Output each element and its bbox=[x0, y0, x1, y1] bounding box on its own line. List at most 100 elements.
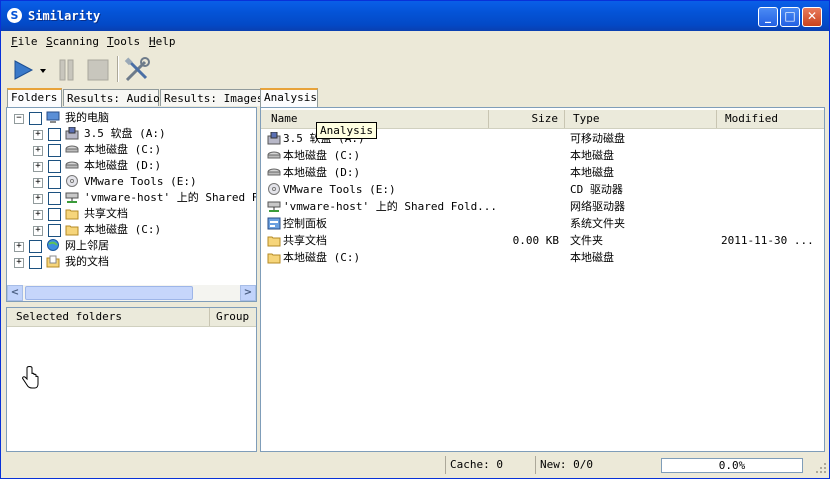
pause-icon bbox=[59, 59, 74, 81]
analysis-row[interactable]: 本地磁盘 (D:) 本地磁盘 bbox=[261, 164, 824, 181]
tree-checkbox[interactable] bbox=[29, 256, 42, 269]
tree-checkbox[interactable] bbox=[48, 192, 61, 205]
network-drive-icon bbox=[65, 191, 79, 204]
analysis-type: 系统文件夹 bbox=[570, 217, 625, 230]
title-bar[interactable]: S Similarity _ □ ✕ bbox=[1, 1, 829, 31]
tree-expander-icon[interactable]: + bbox=[33, 178, 43, 188]
tree-expander-icon[interactable]: + bbox=[33, 210, 43, 220]
analysis-type: 本地磁盘 bbox=[570, 166, 614, 179]
toolbar-separator bbox=[117, 56, 119, 82]
tree-checkbox[interactable] bbox=[48, 144, 61, 157]
tab-results-audio[interactable]: Results: Audio bbox=[63, 89, 160, 106]
tree-item[interactable]: + 本地磁盘 (D:) bbox=[7, 158, 256, 174]
analysis-list-panel: Name Size Type Modified 3.5 软盘 (A:)可移动磁盘… bbox=[260, 107, 825, 452]
tree-item-label: 网上邻居 bbox=[65, 239, 109, 252]
tree-expander-icon[interactable]: + bbox=[14, 242, 24, 252]
tree-expander-icon[interactable]: + bbox=[33, 194, 43, 204]
status-bar: Cache: 0 New: 0/0 0.0% bbox=[1, 454, 829, 478]
tree-checkbox[interactable] bbox=[48, 160, 61, 173]
tree-expander-icon[interactable]: − bbox=[14, 114, 24, 124]
play-icon bbox=[14, 60, 34, 80]
progress-text: 0.0% bbox=[718, 459, 746, 472]
hard-drive-icon bbox=[267, 166, 281, 179]
tree-checkbox[interactable] bbox=[48, 224, 61, 237]
start-scan-dropdown[interactable] bbox=[37, 56, 49, 84]
tree-item-label: 'vmware-host' 上的 Shared Fo bbox=[84, 191, 257, 204]
tree-item[interactable]: + 本地磁盘 (C:) bbox=[7, 142, 256, 158]
tab-analysis[interactable]: Analysis bbox=[260, 88, 318, 107]
tree-item-label: VMware Tools (E:) bbox=[84, 175, 197, 188]
progress-bar: 0.0% bbox=[661, 458, 803, 473]
tools-button[interactable] bbox=[123, 56, 151, 84]
menu-scanning[interactable]: Scanning bbox=[46, 35, 99, 48]
analysis-modified: 2011-11-30 ... bbox=[721, 234, 814, 247]
size-grip-icon[interactable] bbox=[815, 462, 827, 474]
maximize-button[interactable]: □ bbox=[780, 7, 800, 27]
tree-item[interactable]: − 我的电脑 bbox=[7, 110, 256, 126]
analysis-row[interactable]: 控制面板 系统文件夹 bbox=[261, 215, 824, 232]
tree-item[interactable]: + 我的文档 bbox=[7, 254, 256, 270]
tree-horizontal-scrollbar[interactable]: < > bbox=[7, 285, 256, 301]
start-scan-button[interactable] bbox=[11, 56, 37, 84]
analysis-name: 'vmware-host' 上的 Shared Fold... bbox=[283, 200, 498, 213]
column-group[interactable]: Group bbox=[210, 308, 256, 326]
analysis-row[interactable]: 本地磁盘 (C:) 本地磁盘 bbox=[261, 249, 824, 266]
tree-item[interactable]: + 'vmware-host' 上的 Shared Fo bbox=[7, 190, 256, 206]
tooltip: Analysis bbox=[316, 122, 377, 139]
analysis-type: 本地磁盘 bbox=[570, 149, 614, 162]
scroll-left-button[interactable]: < bbox=[7, 285, 23, 301]
analysis-row[interactable]: 共享文档 0.00 KB 文件夹 2011-11-30 ... bbox=[261, 232, 824, 249]
floppy-drive-icon bbox=[65, 126, 79, 140]
stop-button[interactable] bbox=[85, 56, 111, 84]
tree-expander-icon[interactable]: + bbox=[33, 226, 43, 236]
analysis-row[interactable]: VMware Tools (E:) CD 驱动器 bbox=[261, 181, 824, 198]
tree-checkbox[interactable] bbox=[29, 112, 42, 125]
scroll-right-button[interactable]: > bbox=[240, 285, 256, 301]
tab-results-images[interactable]: Results: Images bbox=[160, 89, 264, 106]
tree-item[interactable]: + VMware Tools (E:) bbox=[7, 174, 256, 190]
column-modified[interactable]: Modified bbox=[717, 110, 824, 128]
analysis-type: CD 驱动器 bbox=[570, 183, 623, 196]
tree-checkbox[interactable] bbox=[29, 240, 42, 253]
folder-icon bbox=[65, 223, 79, 236]
minimize-button[interactable]: _ bbox=[758, 7, 778, 27]
scroll-thumb[interactable] bbox=[25, 286, 193, 300]
analysis-size: 0.00 KB bbox=[512, 234, 559, 247]
tree-item-label: 我的文档 bbox=[65, 255, 109, 268]
analysis-name: 本地磁盘 (C:) bbox=[283, 251, 361, 264]
tree-expander-icon[interactable]: + bbox=[33, 162, 43, 172]
column-type[interactable]: Type bbox=[565, 110, 717, 128]
analysis-name: 控制面板 bbox=[283, 217, 327, 230]
tree-item[interactable]: + 本地磁盘 (C:) bbox=[7, 222, 256, 238]
selected-folders-panel: Selected folders Group bbox=[6, 307, 257, 452]
column-selected-folders[interactable]: Selected folders bbox=[7, 308, 210, 326]
tree-expander-icon[interactable]: + bbox=[33, 146, 43, 156]
analysis-name: 本地磁盘 (D:) bbox=[283, 166, 361, 179]
analysis-row[interactable]: 本地磁盘 (C:) 本地磁盘 bbox=[261, 147, 824, 164]
folder-tree-panel: − 我的电脑 +3.5 软盘 (A:) + 本地磁盘 (C:) + 本地磁盘 (D:) + VM… bbox=[6, 107, 257, 302]
hard-drive-icon bbox=[65, 159, 79, 172]
analysis-type: 本地磁盘 bbox=[570, 251, 614, 264]
analysis-row[interactable]: 'vmware-host' 上的 Shared Fold... 网络驱动器 bbox=[261, 198, 824, 215]
tree-expander-icon[interactable]: + bbox=[33, 130, 43, 140]
tree-expander-icon[interactable]: + bbox=[14, 258, 24, 268]
app-window: S Similarity _ □ ✕ File Scanning Tools H… bbox=[0, 0, 830, 479]
hard-drive-icon bbox=[65, 143, 79, 156]
tree-item-label: 本地磁盘 (D:) bbox=[84, 159, 162, 172]
tab-folders[interactable]: Folders bbox=[7, 88, 62, 107]
network-drive-icon bbox=[267, 200, 281, 213]
tree-item[interactable]: + 网上邻居 bbox=[7, 238, 256, 254]
tree-item[interactable]: +3.5 软盘 (A:) bbox=[7, 126, 256, 142]
tree-item[interactable]: + 共享文档 bbox=[7, 206, 256, 222]
tree-checkbox[interactable] bbox=[48, 128, 61, 141]
tools-icon bbox=[124, 57, 150, 82]
menu-file[interactable]: File bbox=[11, 35, 38, 48]
close-button[interactable]: ✕ bbox=[802, 7, 822, 27]
column-size[interactable]: Size bbox=[489, 110, 565, 128]
menu-tools[interactable]: Tools bbox=[107, 35, 140, 48]
tree-checkbox[interactable] bbox=[48, 176, 61, 189]
right-tab-strip: Analysis bbox=[260, 88, 340, 107]
menu-help[interactable]: Help bbox=[149, 35, 176, 48]
pause-button[interactable] bbox=[55, 56, 79, 84]
tree-checkbox[interactable] bbox=[48, 208, 61, 221]
